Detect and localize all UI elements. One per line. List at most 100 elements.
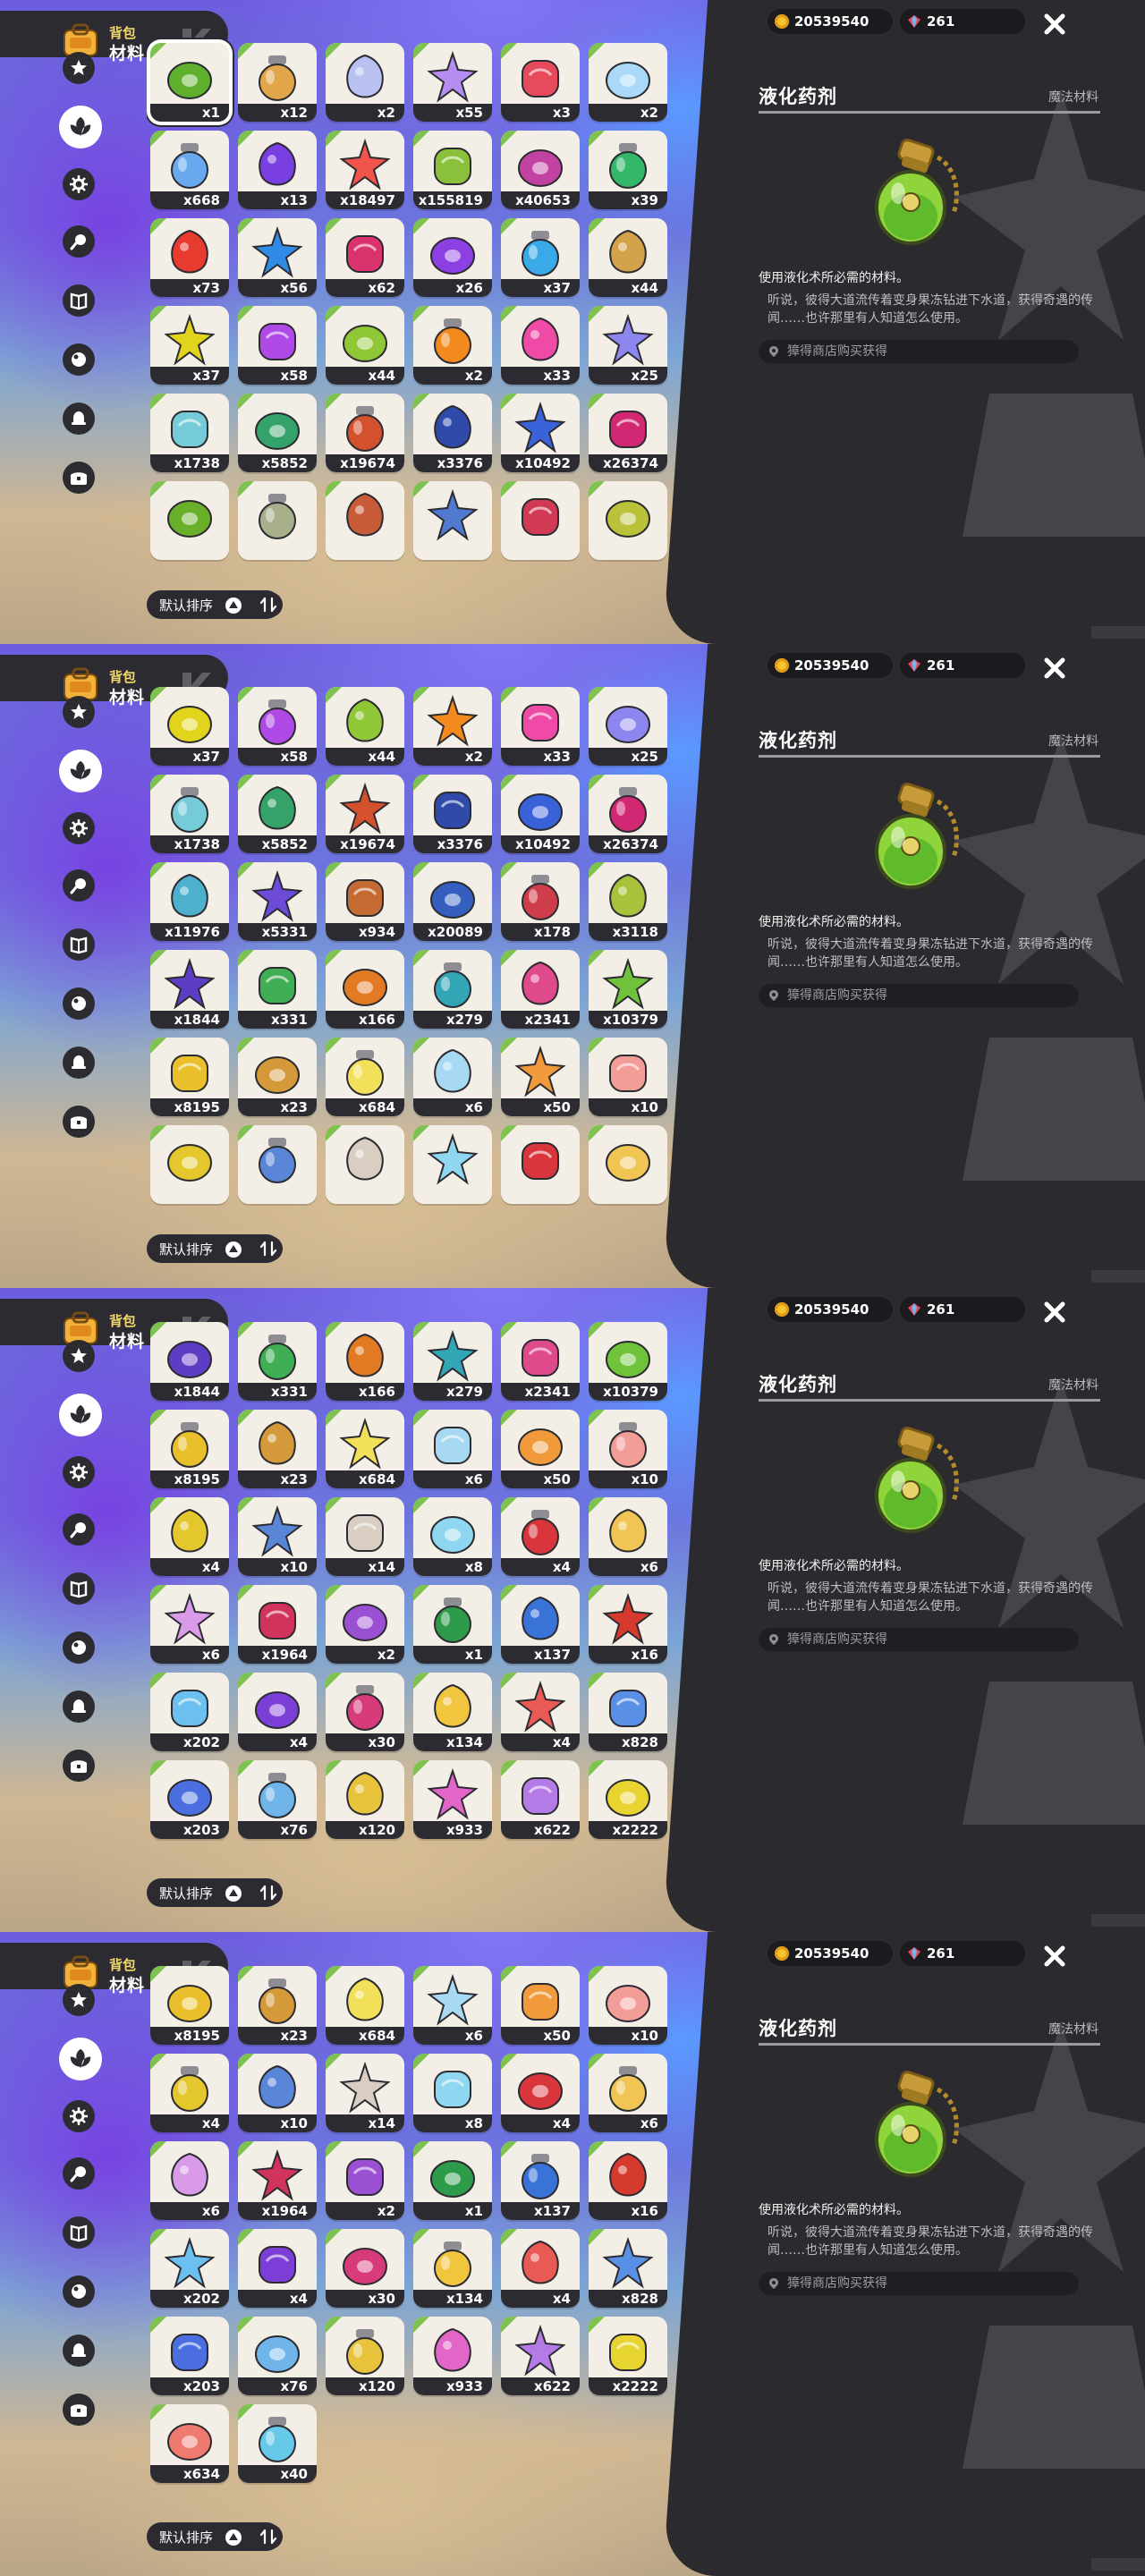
category-bell-tab[interactable] [63, 2334, 95, 2367]
item-tile[interactable]: x202 [150, 2229, 229, 2308]
item-tile[interactable]: x622 [501, 1760, 580, 1839]
item-tile[interactable] [589, 1125, 667, 1204]
item-tile[interactable] [413, 481, 492, 560]
item-tile[interactable] [326, 481, 404, 560]
item-tile[interactable]: x25 [589, 687, 667, 766]
item-tile[interactable] [238, 1125, 317, 1204]
item-tile[interactable]: x26 [413, 218, 492, 297]
category-materials-tab[interactable] [59, 1394, 102, 1436]
item-tile[interactable]: x13 [238, 131, 317, 209]
item-tile[interactable]: x10379 [589, 1322, 667, 1401]
category-food-tab[interactable] [63, 225, 95, 258]
item-tile[interactable]: x11976 [150, 862, 229, 941]
item-tile[interactable]: x55 [413, 43, 492, 122]
item-tile[interactable]: x137 [501, 1585, 580, 1664]
item-tile[interactable]: x166 [326, 950, 404, 1029]
sort-order-toggle[interactable] [254, 1236, 283, 1261]
item-tile[interactable]: x933 [413, 2317, 492, 2395]
item-tile[interactable]: x6 [589, 2054, 667, 2132]
category-book-tab[interactable] [63, 928, 95, 961]
item-tile[interactable]: x50 [501, 1038, 580, 1116]
item-tile[interactable] [501, 1125, 580, 1204]
item-tile[interactable]: x19674 [326, 775, 404, 853]
item-tile[interactable]: x1 [150, 43, 229, 122]
item-tile[interactable]: x6 [413, 1966, 492, 2045]
item-tile[interactable]: x23 [238, 1966, 317, 2045]
category-chest-tab[interactable] [63, 2394, 95, 2426]
category-star-tab[interactable] [63, 696, 95, 728]
item-tile[interactable]: x178 [501, 862, 580, 941]
item-tile[interactable]: x1 [413, 2141, 492, 2220]
item-tile[interactable]: x37 [150, 306, 229, 385]
category-gear-tab[interactable] [63, 2100, 95, 2132]
item-tile[interactable]: x279 [413, 950, 492, 1029]
item-tile[interactable]: x6 [589, 1497, 667, 1576]
item-tile[interactable]: x3376 [413, 394, 492, 472]
item-tile[interactable]: x40 [238, 2404, 317, 2483]
item-tile[interactable]: x44 [326, 687, 404, 766]
category-materials-tab[interactable] [59, 106, 102, 148]
item-tile[interactable]: x684 [326, 1966, 404, 2045]
item-tile[interactable]: x18497 [326, 131, 404, 209]
item-tile[interactable]: x10 [589, 1966, 667, 2045]
item-tile[interactable]: x23 [238, 1410, 317, 1488]
item-tile[interactable]: x8 [413, 2054, 492, 2132]
item-tile[interactable]: x37 [501, 218, 580, 297]
category-orb-tab[interactable] [63, 987, 95, 1020]
item-tile[interactable]: x33 [501, 306, 580, 385]
item-tile[interactable]: x120 [326, 1760, 404, 1839]
item-tile[interactable]: x3 [501, 43, 580, 122]
category-gear-tab[interactable] [63, 168, 95, 200]
item-tile[interactable]: x202 [150, 1673, 229, 1751]
item-tile[interactable]: x8 [413, 1497, 492, 1576]
item-tile[interactable]: x2 [326, 2141, 404, 2220]
item-tile[interactable]: x134 [413, 1673, 492, 1751]
item-tile[interactable]: x10 [589, 1038, 667, 1116]
item-tile[interactable]: x8195 [150, 1038, 229, 1116]
item-tile[interactable]: x50 [501, 1966, 580, 2045]
category-orb-tab[interactable] [63, 2275, 95, 2308]
item-tile[interactable]: x4 [501, 1673, 580, 1751]
category-food-tab[interactable] [63, 869, 95, 902]
item-tile[interactable]: x166 [326, 1322, 404, 1401]
item-tile[interactable]: x50 [501, 1410, 580, 1488]
item-tile[interactable]: x10492 [501, 775, 580, 853]
item-tile[interactable]: x14 [326, 2054, 404, 2132]
item-tile[interactable] [589, 481, 667, 560]
item-tile[interactable]: x16 [589, 2141, 667, 2220]
sort-order-toggle[interactable] [254, 592, 283, 617]
category-food-tab[interactable] [63, 1513, 95, 1546]
item-tile[interactable]: x668 [150, 131, 229, 209]
item-tile[interactable]: x331 [238, 1322, 317, 1401]
category-star-tab[interactable] [63, 1984, 95, 2016]
item-tile[interactable]: x279 [413, 1322, 492, 1401]
item-tile[interactable]: x20089 [413, 862, 492, 941]
item-tile[interactable]: x10 [238, 1497, 317, 1576]
item-tile[interactable]: x44 [589, 218, 667, 297]
item-tile[interactable]: x2 [413, 687, 492, 766]
item-tile[interactable]: x4 [501, 1497, 580, 1576]
item-tile[interactable]: x155819 [413, 131, 492, 209]
item-tile[interactable]: x2 [589, 43, 667, 122]
item-tile[interactable]: x40653 [501, 131, 580, 209]
item-tile[interactable]: x4 [501, 2229, 580, 2308]
item-tile[interactable]: x10379 [589, 950, 667, 1029]
item-tile[interactable]: x6 [413, 1038, 492, 1116]
item-tile[interactable] [150, 1125, 229, 1204]
item-tile[interactable]: x1844 [150, 950, 229, 1029]
sort-order-toggle[interactable] [254, 2524, 283, 2549]
item-tile[interactable]: x6 [150, 2141, 229, 2220]
category-materials-tab[interactable] [59, 750, 102, 792]
category-book-tab[interactable] [63, 1572, 95, 1605]
item-tile[interactable]: x933 [413, 1760, 492, 1839]
category-star-tab[interactable] [63, 1340, 95, 1372]
item-tile[interactable]: x19674 [326, 394, 404, 472]
item-tile[interactable]: x1964 [238, 2141, 317, 2220]
item-tile[interactable]: x828 [589, 2229, 667, 2308]
item-tile[interactable]: x4 [238, 1673, 317, 1751]
item-tile[interactable]: x44 [326, 306, 404, 385]
category-orb-tab[interactable] [63, 343, 95, 376]
item-tile[interactable]: x828 [589, 1673, 667, 1751]
item-tile[interactable]: x2341 [501, 1322, 580, 1401]
item-tile[interactable]: x2341 [501, 950, 580, 1029]
